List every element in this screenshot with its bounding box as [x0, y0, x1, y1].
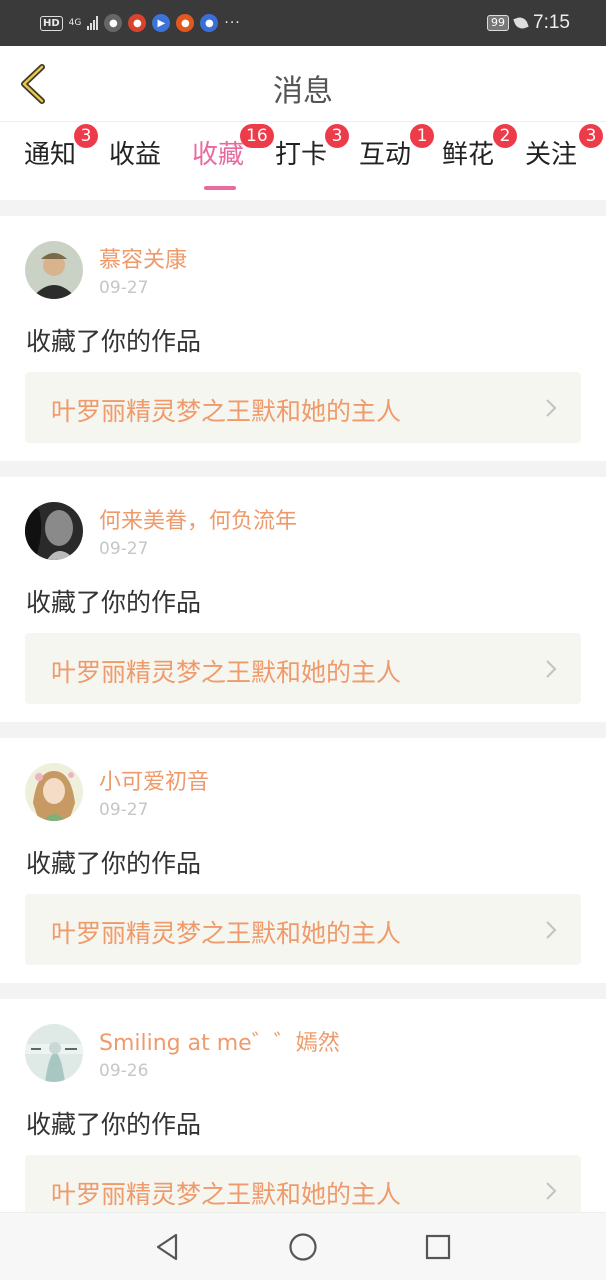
- tab-label: 收藏: [192, 140, 245, 170]
- work-title: 叶罗丽精灵梦之王默和她的主人: [51, 1180, 402, 1209]
- tab-flowers[interactable]: 鲜花 2: [442, 124, 517, 171]
- status-left: HD 4G ● ● ▶ ● ● ···: [40, 12, 241, 34]
- tab-following[interactable]: 关注 3: [525, 124, 603, 171]
- page-title: 消息: [273, 74, 333, 109]
- message-card: 慕容关康 09-27 收藏了你的作品 叶罗丽精灵梦之王默和她的主人: [0, 216, 606, 461]
- work-title: 叶罗丽精灵梦之王默和她的主人: [51, 658, 402, 687]
- tab-label: 通知: [24, 140, 77, 170]
- tab-checkin[interactable]: 打卡 3: [275, 124, 349, 171]
- tab-label: 关注: [525, 140, 578, 170]
- battery-icon: 99: [487, 15, 510, 31]
- tab-notifications[interactable]: 通知 3: [24, 124, 98, 171]
- triangle-back-icon[interactable]: [152, 1231, 184, 1263]
- avatar[interactable]: [25, 1024, 83, 1082]
- circle-home-icon[interactable]: [287, 1231, 319, 1263]
- message-text: 收藏了你的作品: [26, 327, 202, 356]
- chevron-right-icon: [546, 660, 557, 678]
- chevron-right-icon: [546, 921, 557, 939]
- active-tab-indicator: [204, 186, 236, 190]
- avatar[interactable]: [25, 763, 83, 821]
- work-title: 叶罗丽精灵梦之王默和她的主人: [51, 919, 402, 948]
- section-divider: [0, 461, 606, 477]
- message-date: 09-27: [99, 278, 149, 298]
- section-divider: [0, 722, 606, 738]
- tab-label: 互动: [359, 140, 412, 170]
- wechat-icon: ●: [104, 14, 123, 32]
- status-bar: HD 4G ● ● ▶ ● ● ··· 99 7:15: [0, 0, 606, 46]
- work-link[interactable]: 叶罗丽精灵梦之王默和她的主人: [25, 633, 581, 704]
- tab-interaction[interactable]: 互动 1: [359, 124, 434, 171]
- message-text: 收藏了你的作品: [26, 849, 202, 878]
- message-card: 小可爱初音 09-27 收藏了你的作品 叶罗丽精灵梦之王默和她的主人: [0, 738, 606, 983]
- message-text: 收藏了你的作品: [26, 1110, 202, 1139]
- message-date: 09-26: [99, 1061, 149, 1081]
- unread-badge: 16: [240, 124, 274, 148]
- square-recents-icon[interactable]: [422, 1231, 454, 1263]
- more-notifications-icon: ···: [224, 15, 241, 31]
- tab-favorites[interactable]: 收藏 16: [192, 124, 274, 190]
- unread-badge: 3: [74, 124, 98, 148]
- avatar[interactable]: [25, 502, 83, 560]
- baidu-icon: ●: [200, 14, 219, 32]
- unread-badge: 1: [410, 124, 434, 148]
- hd-indicator: HD: [40, 15, 63, 31]
- message-date: 09-27: [99, 800, 149, 820]
- chevron-right-icon: [546, 1182, 557, 1200]
- system-nav-bar: [0, 1212, 606, 1280]
- clock: 7:15: [533, 12, 570, 33]
- message-card: 何来美眷，何负流年 09-27 收藏了你的作品 叶罗丽精灵梦之王默和她的主人: [0, 477, 606, 722]
- app-blue-icon: ▶: [152, 14, 171, 32]
- user-name[interactable]: Smiling at me゛゛嫣然: [99, 1025, 340, 1057]
- signal-icon: [87, 16, 99, 30]
- section-divider: [0, 983, 606, 999]
- user-name[interactable]: 何来美眷，何负流年: [99, 503, 297, 535]
- unread-badge: 3: [579, 124, 603, 148]
- work-link[interactable]: 叶罗丽精灵梦之王默和她的主人: [25, 372, 581, 443]
- message-date: 09-27: [99, 539, 149, 559]
- header: 消息: [0, 46, 606, 122]
- tab-bar: 通知 3 收益 收藏 16 打卡 3 互动 1 鲜花 2 关注 3: [0, 122, 606, 200]
- taobao-icon: ●: [176, 14, 195, 32]
- message-card: Smiling at me゛゛嫣然 09-26 收藏了你的作品 叶罗丽精灵梦之王…: [0, 999, 606, 1244]
- work-link[interactable]: 叶罗丽精灵梦之王默和她的主人: [25, 894, 581, 965]
- network-type: 4G: [68, 17, 82, 28]
- status-right: 99 7:15: [487, 10, 570, 36]
- message-text: 收藏了你的作品: [26, 588, 202, 617]
- tab-label: 鲜花: [442, 140, 495, 170]
- work-title: 叶罗丽精灵梦之王默和她的主人: [51, 397, 402, 426]
- avatar[interactable]: [25, 241, 83, 299]
- app-red-icon: ●: [128, 14, 147, 32]
- user-name[interactable]: 小可爱初音: [99, 764, 209, 796]
- power-saving-icon: [513, 15, 529, 31]
- section-divider: [0, 200, 606, 216]
- user-name[interactable]: 慕容关康: [99, 242, 187, 274]
- tab-label: 收益: [109, 140, 162, 170]
- tab-label: 打卡: [275, 140, 328, 170]
- unread-badge: 3: [325, 124, 349, 148]
- unread-badge: 2: [493, 124, 517, 148]
- chevron-right-icon: [546, 399, 557, 417]
- tab-earnings[interactable]: 收益: [109, 134, 161, 171]
